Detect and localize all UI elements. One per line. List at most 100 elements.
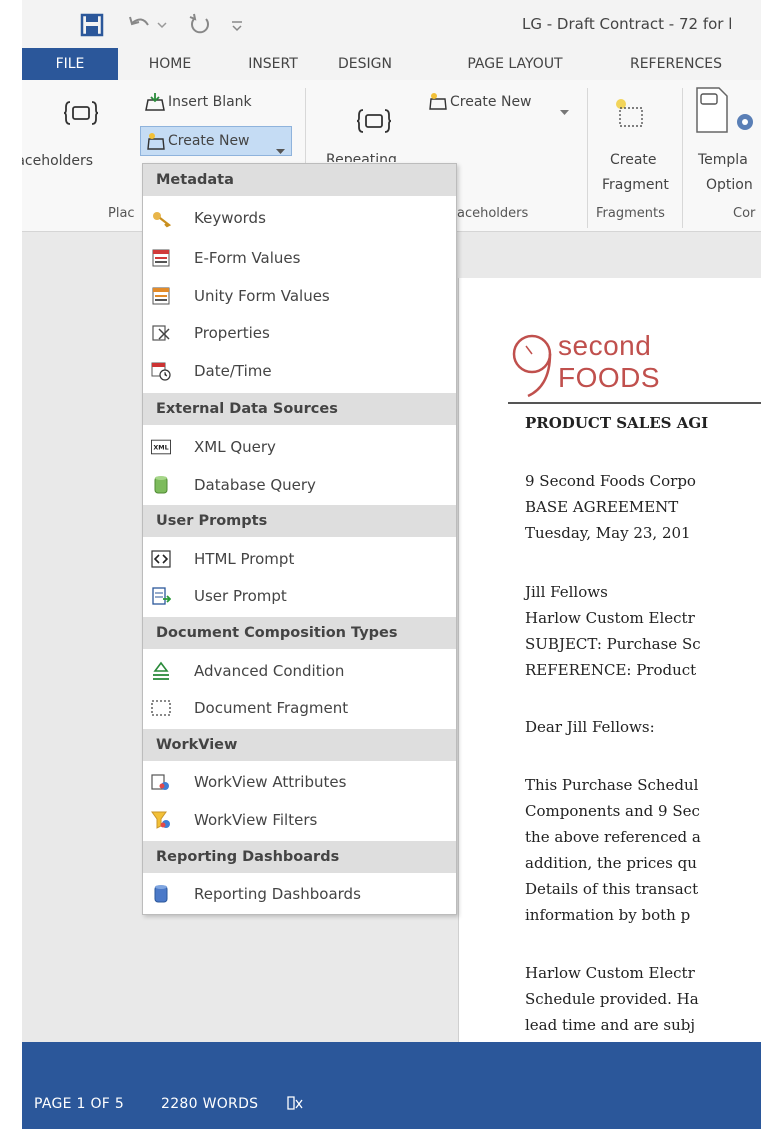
logo-text-foods: FOODS (558, 362, 661, 393)
menu-item-label: HTML Prompt (194, 549, 295, 568)
create-new-label: Create New (168, 133, 250, 149)
menu-item-label: XML Query (194, 437, 276, 456)
menu-section-workview: WorkView (143, 729, 456, 761)
ribbon-separator (587, 88, 588, 228)
redo-icon[interactable] (188, 10, 212, 40)
fragment-icon (151, 698, 171, 718)
create-new-right-icon (428, 92, 448, 116)
menu-item-label: E-Form Values (194, 248, 301, 267)
title-bar: LG - Draft Contract - 72 for l (0, 0, 761, 48)
logo-text-second: second (558, 330, 652, 361)
menu-item-workview-attributes[interactable]: WorkView Attributes (143, 763, 456, 800)
tab-file[interactable]: FILE (22, 48, 118, 80)
create-fragment-label-1[interactable]: Create (610, 152, 657, 168)
tab-references[interactable]: REFERENCES (606, 48, 746, 80)
menu-section-metadata: Metadata (143, 164, 456, 196)
document-line: lead time and are subj (525, 1016, 696, 1034)
document-line: the above referenced a (525, 828, 701, 846)
document-line: Harlow Custom Electr (525, 964, 695, 982)
word-count-status[interactable]: 2280 WORDS (161, 1096, 258, 1112)
customize-toolbar-icon[interactable] (230, 10, 244, 40)
database-icon (151, 475, 171, 495)
repeating-button[interactable]: Repeating (326, 152, 397, 162)
menu-item-label: Properties (194, 323, 270, 342)
unity-form-icon (151, 286, 171, 306)
menu-item-properties[interactable]: Properties (143, 314, 456, 351)
document-line: addition, the prices qu (525, 854, 697, 872)
save-icon[interactable] (80, 10, 104, 40)
menu-item-eform-values[interactable]: E-Form Values (143, 239, 456, 276)
create-fragment-icon[interactable] (612, 98, 648, 134)
document-line: Dear Jill Fellows: (525, 718, 655, 736)
template-options-label-1[interactable]: Templa (698, 152, 748, 168)
menu-item-user-prompt[interactable]: User Prompt (143, 577, 456, 614)
group-label-cor: Cor (733, 206, 756, 221)
repeating-placeholder-icon[interactable] (356, 106, 392, 140)
menu-item-label: WorkView Attributes (194, 772, 347, 791)
menu-item-html-prompt[interactable]: HTML Prompt (143, 540, 456, 577)
tab-insert[interactable]: INSERT (230, 48, 316, 80)
ribbon-separator (682, 88, 683, 228)
document-line: SUBJECT: Purchase Sc (525, 635, 701, 653)
document-line: 9 Second Foods Corpo (525, 472, 696, 490)
document-line: BASE AGREEMENT (525, 498, 679, 516)
svg-text:XML: XML (153, 444, 168, 451)
ribbon-tabs: FILE HOME INSERT DESIGN PAGE LAYOUT REFE… (0, 48, 761, 80)
menu-item-label: Advanced Condition (194, 661, 345, 680)
tab-design[interactable]: DESIGN (320, 48, 410, 80)
user-prompt-icon (151, 586, 171, 606)
menu-item-label: WorkView Filters (194, 810, 318, 829)
template-options-label-2[interactable]: Option (706, 177, 753, 193)
create-new-menu: Metadata Keywords E-Form Values Unity Fo… (142, 163, 457, 915)
document-line: Jill Fellows (525, 583, 608, 601)
menu-item-label: Document Fragment (194, 698, 349, 717)
company-logo: second FOODS (508, 328, 708, 398)
menu-item-xml-query[interactable]: XML XML Query (143, 428, 456, 465)
placeholders-icon[interactable] (63, 98, 99, 132)
menu-item-keywords[interactable]: Keywords (143, 199, 456, 236)
menu-section-user-prompts: User Prompts (143, 505, 456, 537)
page-count-status[interactable]: PAGE 1 OF 5 (34, 1096, 124, 1112)
document-line: Details of this transact (525, 880, 699, 898)
menu-item-advanced-condition[interactable]: Advanced Condition (143, 652, 456, 689)
window-title: LG - Draft Contract - 72 for l (522, 15, 733, 33)
status-bar (0, 1042, 761, 1129)
document-line: Tuesday, May 23, 201 (525, 524, 691, 542)
eform-icon (151, 248, 171, 268)
menu-item-date-time[interactable]: Date/Time (143, 352, 456, 389)
menu-item-document-fragment[interactable]: Document Fragment (143, 689, 456, 726)
filter-icon (151, 810, 171, 830)
menu-item-database-query[interactable]: Database Query (143, 466, 456, 503)
html-prompt-icon (151, 549, 171, 569)
tab-page-layout[interactable]: PAGE LAYOUT (440, 48, 590, 80)
group-label-fragments: Fragments (596, 206, 665, 221)
create-fragment-label-2[interactable]: Fragment (602, 177, 669, 193)
chevron-down-icon (276, 140, 285, 159)
document-line: Harlow Custom Electr (525, 609, 695, 627)
proofing-icon[interactable] (286, 1095, 304, 1117)
tab-home[interactable]: HOME (130, 48, 210, 80)
menu-item-reporting-dashboards[interactable]: Reporting Dashboards (143, 875, 456, 912)
document-line: This Purchase Schedul (525, 776, 699, 794)
key-icon (151, 208, 171, 228)
create-new-right-button[interactable]: Create New (450, 94, 532, 110)
calendar-clock-icon (151, 361, 171, 381)
xml-icon: XML (151, 437, 171, 457)
insert-blank-button[interactable]: Insert Blank (168, 94, 252, 110)
document-heading: PRODUCT SALES AGI (525, 414, 709, 432)
menu-item-label: User Prompt (194, 586, 287, 605)
create-new-icon (146, 132, 166, 156)
template-options-icon[interactable] (693, 86, 753, 140)
undo-icon[interactable] (128, 10, 168, 40)
document-line: Schedule provided. Ha (525, 990, 699, 1008)
menu-section-reporting-dashboards: Reporting Dashboards (143, 841, 456, 873)
document-line: REFERENCE: Product (525, 661, 697, 679)
properties-icon (151, 323, 171, 343)
group-label-placeholders: aceholders (457, 206, 529, 221)
menu-item-workview-filters[interactable]: WorkView Filters (143, 801, 456, 838)
menu-item-label: Reporting Dashboards (194, 884, 361, 903)
menu-item-unity-form-values[interactable]: Unity Form Values (143, 277, 456, 314)
condition-icon (151, 661, 171, 681)
menu-section-external-data-sources: External Data Sources (143, 393, 456, 425)
document-line: information by both p (525, 906, 691, 924)
